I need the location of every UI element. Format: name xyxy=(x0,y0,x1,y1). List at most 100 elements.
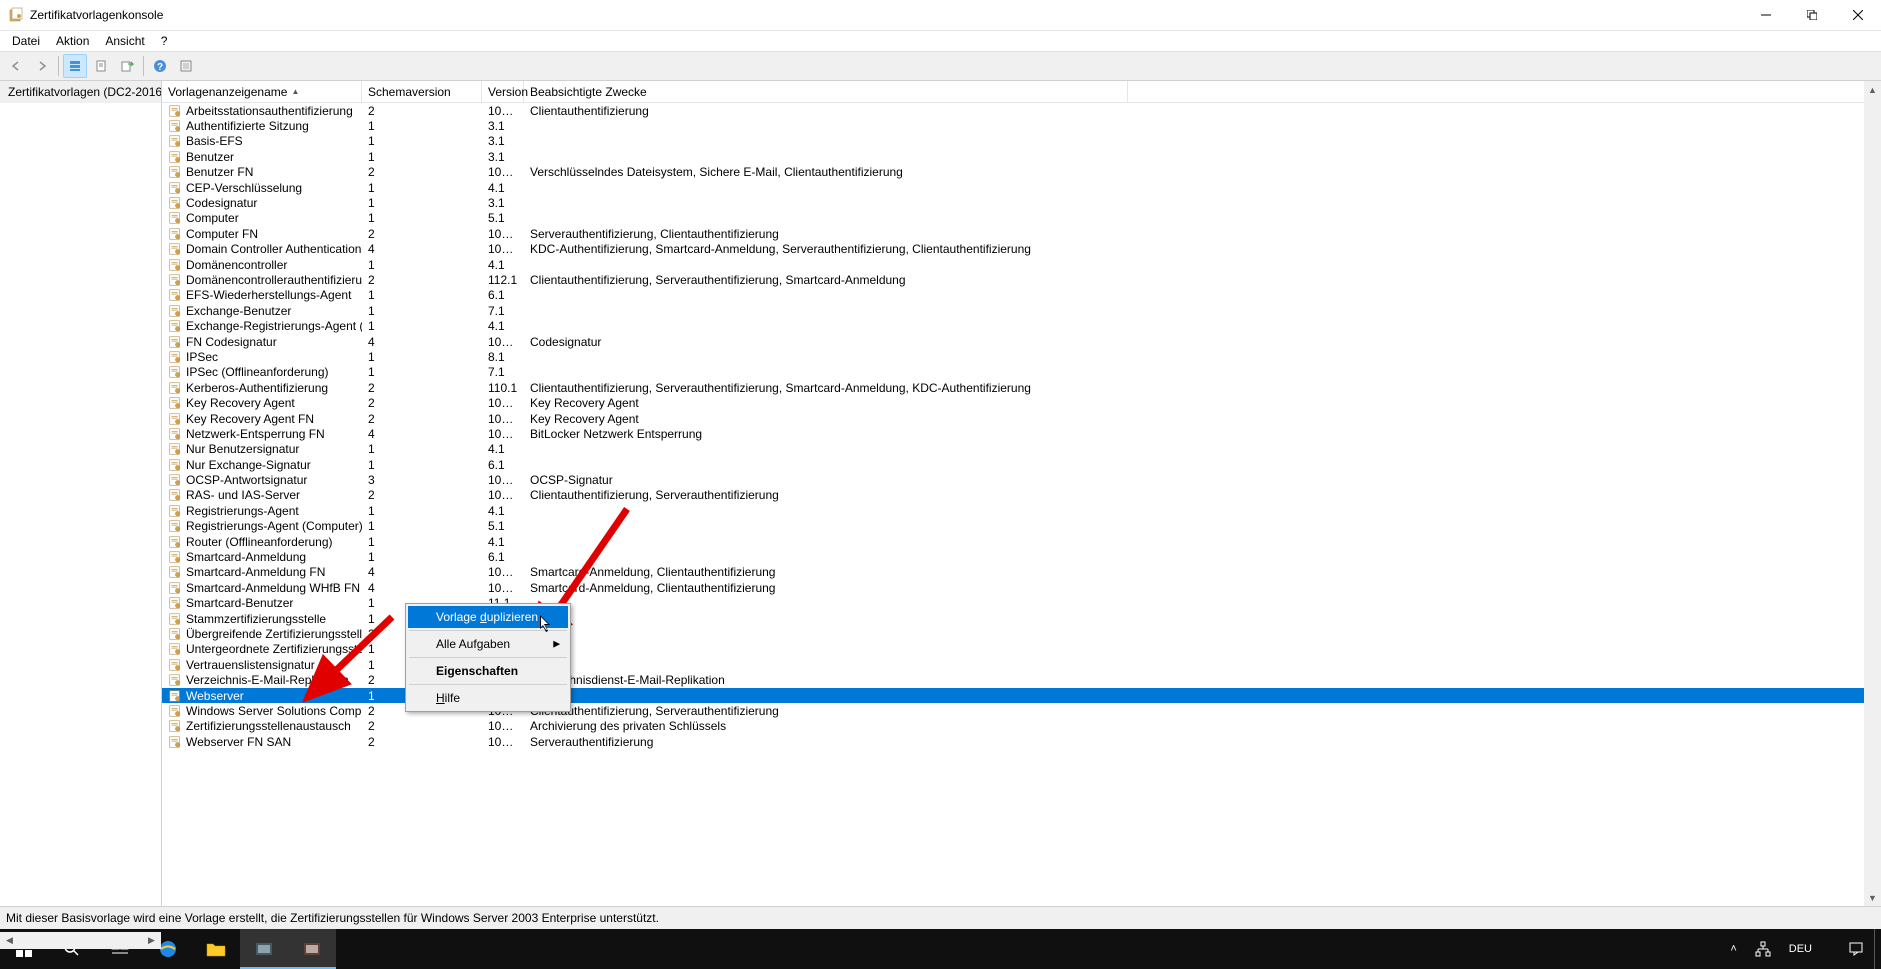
row-purpose: Clientauthentifizierung, Serverauthentif… xyxy=(524,488,1864,502)
table-row[interactable]: Registrierungs-Agent14.1 xyxy=(162,503,1864,518)
table-row[interactable]: Zertifizierungsstellenaustausch2106.0Arc… xyxy=(162,719,1864,734)
ctx-help[interactable]: Hilfe xyxy=(408,687,568,709)
scroll-up-button[interactable]: ▲ xyxy=(1864,81,1881,98)
row-version: 101.1 xyxy=(482,165,524,179)
row-version: 100.6 xyxy=(482,565,524,579)
taskbar-app-2[interactable] xyxy=(288,929,336,969)
tray-language[interactable]: DEU xyxy=(1781,929,1820,969)
table-row[interactable]: OCSP-Antwortsignatur3101.0OCSP-Signatur xyxy=(162,472,1864,487)
table-row[interactable]: Domain Controller Authentication (Kerbe.… xyxy=(162,242,1864,257)
row-name: Benutzer FN xyxy=(186,165,253,179)
table-row[interactable]: IPSec (Offlineanforderung)17.1 xyxy=(162,365,1864,380)
table-row[interactable]: Benutzer FN2101.1Verschlüsselndes Dateis… xyxy=(162,165,1864,180)
table-row[interactable]: Key Recovery Agent FN2100.1Key Recovery … xyxy=(162,411,1864,426)
menu-file[interactable]: Datei xyxy=(4,32,48,50)
table-row[interactable]: Computer FN2101.0Serverauthentifizierung… xyxy=(162,226,1864,241)
row-name: Netzwerk-Entsperrung FN xyxy=(186,427,325,441)
row-schema: 1 xyxy=(362,519,482,533)
table-row[interactable]: Key Recovery Agent2105.0Key Recovery Age… xyxy=(162,395,1864,410)
template-list[interactable]: Arbeitsstationsauthentifizierung2101.0Cl… xyxy=(162,103,1864,906)
show-desktop-button[interactable] xyxy=(1874,929,1881,969)
table-row[interactable]: Basis-EFS13.1 xyxy=(162,134,1864,149)
row-purpose: Clientauthentifizierung, Serverauthentif… xyxy=(524,381,1864,395)
table-row[interactable]: Exchange-Registrierungs-Agent (Offlinea.… xyxy=(162,318,1864,333)
row-name: Smartcard-Benutzer xyxy=(186,596,293,610)
tray-up-icon[interactable]: ˄ xyxy=(1722,929,1744,969)
taskbar-explorer[interactable] xyxy=(192,929,240,969)
tree-horizontal-scrollbar[interactable]: ◀ ▶ xyxy=(0,932,161,949)
table-row[interactable]: Router (Offlineanforderung)14.1 xyxy=(162,534,1864,549)
table-row[interactable]: Kerberos-Authentifizierung2110.1Clientau… xyxy=(162,380,1864,395)
row-schema: 4 xyxy=(362,427,482,441)
export-button[interactable] xyxy=(115,54,139,78)
scroll-down-button[interactable]: ▼ xyxy=(1864,889,1881,906)
maximize-button[interactable] xyxy=(1789,0,1835,30)
row-name: RAS- und IAS-Server xyxy=(186,488,300,502)
table-row[interactable]: Arbeitsstationsauthentifizierung2101.0Cl… xyxy=(162,103,1864,118)
table-row[interactable]: Computer15.1 xyxy=(162,211,1864,226)
properties-button[interactable] xyxy=(89,54,113,78)
app-icon xyxy=(8,7,24,23)
table-row[interactable]: Smartcard-Anmeldung WHfB FN4101.4Smartca… xyxy=(162,580,1864,595)
tray-network-icon[interactable] xyxy=(1747,929,1779,969)
row-version: 101.0 xyxy=(482,104,524,118)
minimize-button[interactable] xyxy=(1743,0,1789,30)
row-purpose: Serverauthentifizierung xyxy=(524,735,1864,749)
table-row[interactable]: Registrierungs-Agent (Computer)15.1 xyxy=(162,519,1864,534)
col-schema[interactable]: Schemaversion xyxy=(362,81,482,102)
table-row[interactable]: Authentifizierte Sitzung13.1 xyxy=(162,118,1864,133)
menu-action[interactable]: Aktion xyxy=(48,32,97,50)
table-row[interactable]: CEP-Verschlüsselung14.1 xyxy=(162,180,1864,195)
table-row[interactable]: IPSec18.1 xyxy=(162,349,1864,364)
table-row[interactable]: Smartcard-Anmeldung FN4100.6Smartcard-An… xyxy=(162,565,1864,580)
vertical-scrollbar[interactable]: ▲ ▼ xyxy=(1864,81,1881,906)
table-row[interactable]: Benutzer13.1 xyxy=(162,149,1864,164)
table-row[interactable]: RAS- und IAS-Server2101.0Clientauthentif… xyxy=(162,488,1864,503)
table-row[interactable]: Netzwerk-Entsperrung FN4101.5BitLocker N… xyxy=(162,426,1864,441)
row-version: 5.1 xyxy=(482,211,524,225)
table-row[interactable]: Exchange-Benutzer17.1 xyxy=(162,303,1864,318)
menu-help[interactable]: ? xyxy=(153,32,176,50)
close-button[interactable] xyxy=(1835,0,1881,30)
col-version[interactable]: Version xyxy=(482,81,524,102)
row-purpose: Clientauthentifizierung, Serverauthentif… xyxy=(524,273,1864,287)
col-name[interactable]: Vorlagenanzeigename▲ xyxy=(162,81,362,102)
menu-view[interactable]: Ansicht xyxy=(97,32,152,50)
ctx-properties[interactable]: Eigenschaften xyxy=(408,660,568,682)
tree-scroll-left[interactable]: ◀ xyxy=(1,932,18,949)
forward-button[interactable] xyxy=(30,54,54,78)
back-button[interactable] xyxy=(4,54,28,78)
table-row[interactable]: FN Codesignatur4100.2Codesignatur xyxy=(162,334,1864,349)
row-version: 6.1 xyxy=(482,550,524,564)
tree-item-templates[interactable]: Zertifikatvorlagen (DC2-2016.AD xyxy=(0,81,161,103)
column-headers: Vorlagenanzeigename▲ Schemaversion Versi… xyxy=(162,81,1864,103)
row-name: Zertifizierungsstellenaustausch xyxy=(186,719,351,733)
ctx-all-tasks[interactable]: Alle Aufgaben▶ xyxy=(408,633,568,655)
table-row[interactable]: Codesignatur13.1 xyxy=(162,195,1864,210)
tray-clock[interactable] xyxy=(1822,929,1838,969)
help-button[interactable]: ? xyxy=(148,54,172,78)
row-purpose: Clientauthentifizierung, Serverauthentif… xyxy=(524,704,1864,718)
row-schema: 2 xyxy=(362,381,482,395)
details-view-button[interactable] xyxy=(63,54,87,78)
row-version: 110.1 xyxy=(482,381,524,395)
row-schema: 2 xyxy=(362,735,482,749)
row-version: 3.1 xyxy=(482,196,524,210)
row-schema: 1 xyxy=(362,535,482,549)
table-row[interactable]: Webserver FN SAN2100.5Serverauthentifizi… xyxy=(162,734,1864,749)
table-row[interactable]: EFS-Wiederherstellungs-Agent16.1 xyxy=(162,288,1864,303)
table-row[interactable]: Smartcard-Anmeldung16.1 xyxy=(162,549,1864,564)
row-schema: 1 xyxy=(362,134,482,148)
tray-notifications-icon[interactable] xyxy=(1840,929,1872,969)
taskbar-app-1[interactable] xyxy=(240,929,288,969)
col-purpose[interactable]: Beabsichtigte Zwecke xyxy=(524,81,1128,102)
row-version: 112.1 xyxy=(482,273,524,287)
row-name: Domänencontrollerauthentifizierung xyxy=(186,273,362,287)
refresh-button[interactable] xyxy=(174,54,198,78)
table-row[interactable]: Nur Exchange-Signatur16.1 xyxy=(162,457,1864,472)
scroll-track[interactable] xyxy=(1864,98,1881,889)
tree-scroll-right[interactable]: ▶ xyxy=(143,932,160,949)
table-row[interactable]: Nur Benutzersignatur14.1 xyxy=(162,442,1864,457)
table-row[interactable]: Domänencontrollerauthentifizierung2112.1… xyxy=(162,272,1864,287)
table-row[interactable]: Domänencontroller14.1 xyxy=(162,257,1864,272)
